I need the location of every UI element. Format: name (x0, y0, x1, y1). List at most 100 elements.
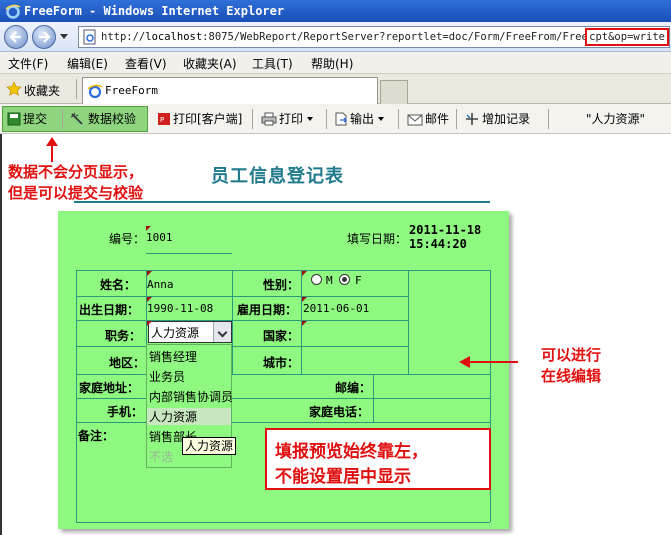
id-value[interactable]: 1001 (146, 231, 173, 244)
hire-date-label: 雇用日期： (237, 303, 298, 317)
printer-icon (261, 112, 277, 126)
add-row-icon (466, 113, 478, 125)
mobile-label: 手机： (107, 405, 144, 419)
remark-label: 备注： (78, 429, 115, 443)
recent-pages-chevron-icon[interactable] (60, 34, 68, 39)
name-value[interactable]: Anna (147, 278, 174, 291)
annotation-right-line1: 可以进行 (541, 346, 602, 364)
position-label: 职务： (105, 329, 142, 343)
divider (548, 109, 549, 129)
back-button[interactable] (4, 25, 28, 49)
hire-date-value[interactable]: 2011-06-01 (303, 302, 369, 315)
back-arrow-icon (9, 31, 21, 43)
editable-marker (147, 321, 152, 326)
up-arrow-annotation-icon (46, 137, 58, 162)
star-icon (6, 81, 22, 96)
menu-favorites[interactable]: 收藏夹(A) (183, 55, 237, 72)
forward-button[interactable] (32, 25, 56, 49)
magic-wand-icon (70, 112, 83, 125)
submit-button[interactable]: 提交 (7, 110, 47, 127)
divider (62, 109, 63, 129)
position-select[interactable]: 人力资源 (148, 321, 232, 343)
save-icon (7, 112, 21, 126)
dropdown-option[interactable]: 内部销售协调员 (149, 388, 233, 405)
name-label: 姓名： (100, 278, 137, 292)
home-address-label: 家庭地址： (79, 381, 140, 395)
annotation-left-line1: 数据不会分页显示， (8, 163, 144, 181)
gender-m-radio[interactable] (311, 274, 322, 285)
divider (252, 109, 253, 129)
dropdown-option[interactable]: 销售经理 (149, 348, 197, 365)
print-button[interactable]: 打印 (261, 110, 314, 127)
position-select-value: 人力资源 (151, 326, 200, 340)
window-title: FreeForm - Windows Internet Explorer (24, 4, 285, 18)
editable-marker (147, 271, 152, 276)
gender-f-radio[interactable] (339, 274, 350, 285)
print-client-label: 打印[客户端] (173, 112, 243, 126)
email-button[interactable]: 邮件 (407, 110, 449, 127)
gender-f-label: F (355, 274, 362, 287)
favorites-button[interactable]: 收藏夹 (24, 82, 60, 99)
url-host: localhost (145, 31, 203, 43)
menu-view[interactable]: 查看(V) (125, 55, 167, 72)
browser-tab-freeform[interactable]: FreeForm (82, 77, 378, 104)
new-tab-button[interactable] (380, 80, 408, 104)
validate-button[interactable]: 数据校验 (70, 110, 136, 127)
print-label: 打印 (279, 112, 304, 126)
url-prefix: http:// (101, 31, 146, 43)
editable-marker (302, 271, 307, 276)
annotation-right-line2: 在线编辑 (541, 367, 602, 385)
left-arrow-annotation-icon (459, 356, 518, 368)
editable-marker (302, 321, 307, 326)
menu-tools[interactable]: 工具(T) (252, 55, 293, 72)
id-label: 编号： (109, 232, 146, 246)
dropdown-option-selected[interactable]: 人力资源 (147, 408, 231, 425)
address-input[interactable]: http://localhost:8075/WebReport/ReportSe… (78, 26, 670, 48)
date-label: 填写日期： (347, 232, 408, 246)
add-record-label: 增加记录 (482, 112, 531, 126)
export-chevron-down-icon (378, 117, 385, 121)
birth-date-value[interactable]: 1990-11-08 (147, 302, 213, 315)
menu-help[interactable]: 帮助(H) (311, 55, 353, 72)
page-icon (83, 29, 96, 45)
home-phone-label: 家庭电话： (309, 405, 370, 419)
url-highlight: cpt&op=write (585, 28, 669, 46)
grid-line (76, 346, 408, 347)
grid-line (76, 522, 490, 523)
annotation-note-box: 填报预览始终靠左， 不能设置居中显示 (265, 428, 491, 490)
divider (456, 109, 457, 129)
add-record-button[interactable]: 增加记录 (464, 110, 530, 127)
menu-edit[interactable]: 编辑(E) (67, 55, 108, 72)
country-label: 国家： (263, 329, 300, 343)
date-value: 2011-11-18 (409, 223, 482, 237)
grid-line (76, 270, 490, 271)
print-chevron-down-icon (307, 117, 314, 121)
grid-line (76, 422, 490, 423)
menu-file[interactable]: 文件(F) (8, 55, 48, 72)
svg-text:P: P (160, 116, 164, 124)
ie-logo-icon (5, 4, 21, 19)
title-underline (74, 201, 490, 203)
grid-line (408, 270, 409, 374)
address-toolbar: http://localhost:8075/WebReport/ReportSe… (0, 22, 671, 52)
grid-line (76, 270, 77, 522)
time-value: 15:44:20 (409, 237, 467, 251)
submit-label: 提交 (23, 112, 48, 126)
export-icon (335, 112, 347, 126)
pdf-icon: P (158, 113, 170, 125)
region-label: 地区： (109, 356, 146, 370)
tooltip: 人力资源 (182, 437, 237, 455)
dropdown-option[interactable]: 业务员 (149, 368, 185, 385)
export-button[interactable]: 输出 (334, 110, 385, 127)
city-label: 城市： (263, 356, 300, 370)
grid-line (76, 398, 490, 399)
gender-label: 性别： (263, 278, 300, 292)
tab-title: FreeForm (105, 84, 158, 97)
report-toolbar: 提交 数据校验 P 打印[客户端] 打印 输出 邮件 增加记录 "人力资源" (0, 104, 671, 134)
birth-date-label: 出生日期： (79, 303, 140, 317)
annotation-box-line2: 不能设置居中显示 (275, 467, 411, 487)
print-client-button[interactable]: P 打印[客户端] (157, 110, 242, 127)
dropdown-option[interactable]: 不选 (149, 448, 173, 465)
grid-line (76, 374, 490, 375)
chevron-down-icon[interactable] (213, 322, 231, 342)
